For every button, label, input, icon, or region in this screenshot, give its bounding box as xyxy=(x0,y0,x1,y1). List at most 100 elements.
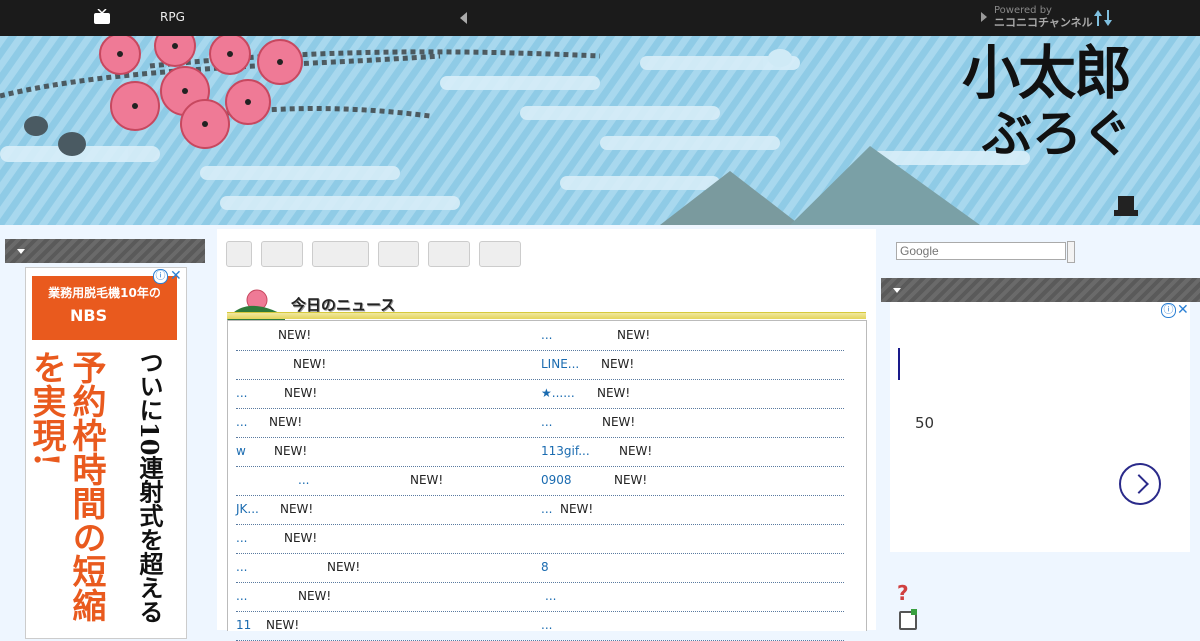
note-edit-icon[interactable] xyxy=(899,609,917,630)
news-link-left[interactable]: w xyxy=(236,444,246,458)
ad-brand-block: 業務用脱毛機10年の NBS xyxy=(32,276,177,340)
news-link-left-text[interactable]: ... xyxy=(236,386,247,400)
news-link-right-text[interactable]: ... xyxy=(541,415,552,429)
ad-subheadline: ついに10連射式を超える xyxy=(135,350,164,624)
new-badge: NEW! xyxy=(602,415,636,429)
news-link-right[interactable]: ... xyxy=(541,502,552,516)
news-link-right-text[interactable]: ★...... xyxy=(541,386,575,400)
ad-headline: 予約枠時間の短縮を実現! xyxy=(26,350,106,622)
help-question-icon[interactable]: ? xyxy=(897,583,917,603)
ad-tagline: 業務用脱毛機10年の xyxy=(48,286,161,300)
tab-2[interactable] xyxy=(261,241,303,267)
sort-updown-icon[interactable] xyxy=(1093,8,1113,28)
news-link-right[interactable]: ... xyxy=(541,328,552,342)
news-row: ... NEW! xyxy=(236,524,844,554)
news-row: NEW! ... NEW! xyxy=(236,321,844,351)
new-badge: NEW! xyxy=(601,357,635,371)
ad-close-icon[interactable]: ✕ xyxy=(1177,302,1189,318)
new-badge: NEW! xyxy=(597,386,631,400)
news-link-right-text[interactable]: LINE... xyxy=(541,357,579,371)
news-link-left[interactable]: ... xyxy=(236,531,247,545)
news-link-right[interactable]: ... xyxy=(545,589,556,603)
news-link-right[interactable]: 113gif... xyxy=(541,444,590,458)
blog-logo: 小太郎 ぶろぐ xyxy=(962,40,1172,162)
collapse-caret-icon[interactable] xyxy=(17,249,25,254)
ad-next-arrow-icon[interactable] xyxy=(1119,463,1161,505)
powered-by-label: Powered by xyxy=(994,5,1052,16)
news-link-left[interactable]: ... xyxy=(236,415,247,429)
news-link-left[interactable]: ... xyxy=(236,589,247,603)
ad-info-icon[interactable]: ⓘ xyxy=(153,269,168,284)
new-badge: NEW! xyxy=(619,444,653,458)
news-link-right[interactable]: ... xyxy=(541,415,552,429)
collapse-caret-icon[interactable] xyxy=(893,288,901,293)
search-button[interactable] xyxy=(1067,241,1075,263)
powered-by-niconico[interactable]: Powered by ニコニコチャンネル xyxy=(994,5,1093,29)
left-widget-header[interactable] xyxy=(5,239,205,263)
new-badge: NEW! xyxy=(293,357,327,371)
news-link-right[interactable]: LINE... xyxy=(541,357,579,371)
news-link-right[interactable]: ★...... xyxy=(541,386,575,400)
news-link-right-text[interactable]: ... xyxy=(541,328,552,342)
text-cursor xyxy=(898,348,900,380)
news-row: ... NEW! 0908 NEW! xyxy=(236,466,844,496)
new-badge: NEW! xyxy=(410,473,444,487)
news-link-left-text[interactable]: w xyxy=(236,444,246,458)
blog-header-banner[interactable]: 小太郎 ぶろぐ xyxy=(0,36,1200,225)
news-link-right[interactable]: 8 xyxy=(541,560,549,574)
news-link-left[interactable]: ... xyxy=(236,560,247,574)
niconico-channel-logo: ニコニコチャンネル xyxy=(994,16,1093,29)
ad-close-icon[interactable]: ✕ xyxy=(170,268,182,284)
news-section-header: 今日のニュース xyxy=(227,286,866,320)
news-row: w NEW! 113gif... NEW! xyxy=(236,437,844,467)
top-nav-bar: RPG Powered by ニコニコチャンネル xyxy=(0,0,1200,36)
ad-info-icon[interactable]: ⓘ xyxy=(1161,303,1176,318)
next-arrow-icon[interactable] xyxy=(981,12,987,22)
new-badge: NEW! xyxy=(278,328,312,342)
news-link-left-text[interactable]: ... xyxy=(236,531,247,545)
news-link-left-text[interactable]: ... xyxy=(298,473,309,487)
news-link-right[interactable]: 0908 xyxy=(541,473,572,487)
tab-1[interactable] xyxy=(226,241,252,267)
blog-logo-line1: 小太郎 xyxy=(962,39,1132,107)
new-badge: NEW! xyxy=(560,502,594,516)
news-list: NEW! ... NEW! NEW! LINE... NEW! ... NEW!… xyxy=(227,320,867,641)
tab-6[interactable] xyxy=(479,241,521,267)
tv-icon[interactable] xyxy=(93,9,111,25)
left-advertisement[interactable]: 業務用脱毛機10年の NBS 予約枠時間の短縮を実現! ついに10連射式を超える xyxy=(25,267,187,639)
news-link-left-text[interactable]: JK... xyxy=(236,502,259,516)
prev-arrow-icon[interactable] xyxy=(460,12,467,24)
news-link-right-text[interactable]: 113gif... xyxy=(541,444,590,458)
news-link-left[interactable]: ... xyxy=(236,386,247,400)
new-badge: NEW! xyxy=(284,386,318,400)
news-link-right-text[interactable]: 0908 xyxy=(541,473,572,487)
new-badge: NEW! xyxy=(298,589,332,603)
ad-number: 50 xyxy=(915,414,935,432)
ad-brand-logo: NBS xyxy=(70,306,108,325)
tab-5[interactable] xyxy=(428,241,470,267)
right-widget-header[interactable] xyxy=(881,278,1200,302)
news-row: ... NEW! 8 xyxy=(236,553,844,583)
channel-title-link[interactable]: RPG xyxy=(160,10,185,24)
tab-3[interactable] xyxy=(312,241,369,267)
news-link-left-text[interactable]: ... xyxy=(236,589,247,603)
new-badge: NEW! xyxy=(614,473,648,487)
news-link-right-text[interactable]: 8 xyxy=(541,560,549,574)
google-search-input[interactable] xyxy=(896,242,1066,260)
news-link-left[interactable]: JK... xyxy=(236,502,259,516)
right-advertisement[interactable]: 50 xyxy=(890,302,1190,552)
new-badge: NEW! xyxy=(617,328,651,342)
news-link-right-text[interactable]: ... xyxy=(545,589,556,603)
new-badge: NEW! xyxy=(274,444,308,458)
news-link-left[interactable]: ... xyxy=(298,473,309,487)
news-link-left-text[interactable]: ... xyxy=(236,560,247,574)
new-badge: NEW! xyxy=(280,502,314,516)
blog-logo-line2: ぶろぐ xyxy=(982,104,1132,163)
tab-4[interactable] xyxy=(378,241,419,267)
news-row: ... NEW! ★...... NEW! xyxy=(236,379,844,409)
news-link-left-text[interactable]: ... xyxy=(236,415,247,429)
new-badge: NEW! xyxy=(284,531,318,545)
news-link-right-text[interactable]: ... xyxy=(541,502,552,516)
new-badge: NEW! xyxy=(269,415,303,429)
news-row: ... NEW! ... NEW! xyxy=(236,408,844,438)
